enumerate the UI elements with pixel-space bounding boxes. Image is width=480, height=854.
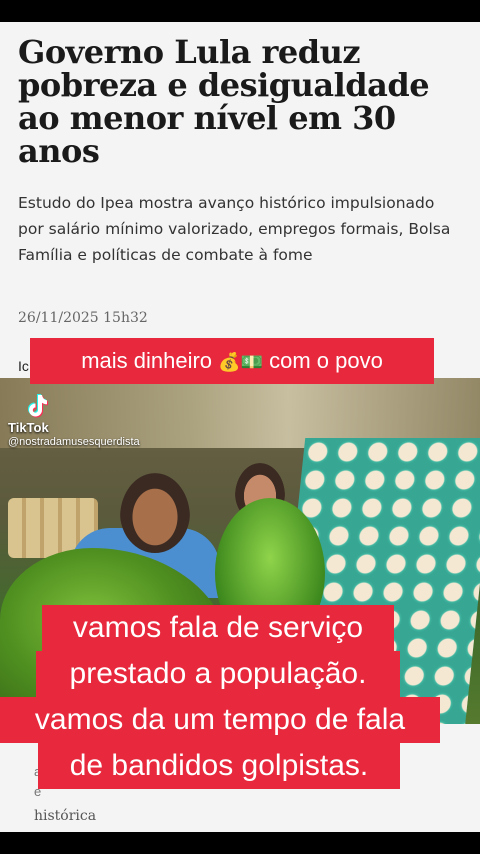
- truncated-text: Ic: [18, 358, 29, 374]
- caption-line-2: prestado a população.: [36, 651, 400, 697]
- article-subtitle: Estudo do Ipea mostra avanço histórico i…: [18, 194, 451, 264]
- money-bag-icon: 💰💵: [218, 352, 263, 373]
- tiktok-watermark: TikTok @nostradamusesquerdista: [8, 392, 140, 448]
- article-lower-text: histórica: [34, 808, 97, 824]
- top-caption-text-end: com o povo: [262, 348, 383, 373]
- tiktok-brand: TikTok: [8, 420, 49, 435]
- caption-line-1: vamos fala de serviço: [42, 605, 394, 651]
- article-date: 26/11/2025 15h32: [18, 310, 148, 326]
- top-caption: mais dinheiro 💰💵 com o povo: [30, 338, 434, 384]
- vendor-woman: [120, 473, 190, 553]
- tiktok-handle: @nostradamusesquerdista: [8, 436, 140, 448]
- tiktok-logo-icon: [28, 394, 48, 418]
- caption-line-4: de bandidos golpistas.: [38, 743, 400, 789]
- article-headline: Governo Lula reduz pobreza e desigualdad…: [18, 33, 430, 170]
- caption-line-3: vamos da um tempo de fala: [0, 697, 440, 743]
- top-caption-text: mais dinheiro: [81, 348, 219, 373]
